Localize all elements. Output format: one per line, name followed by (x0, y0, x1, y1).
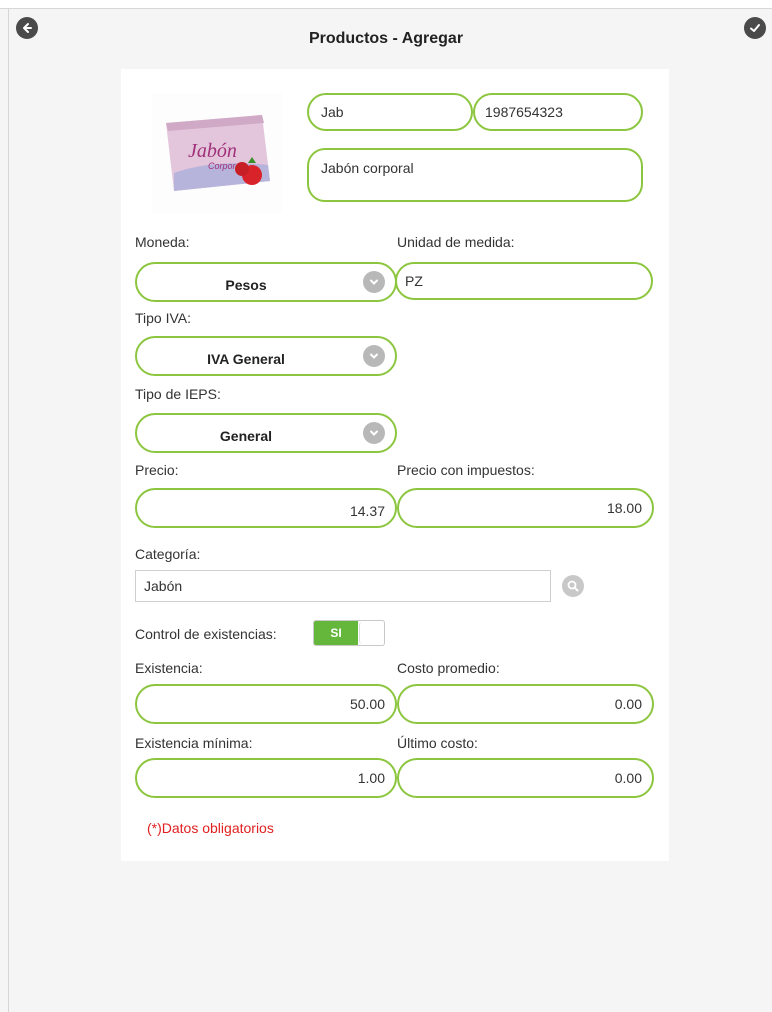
tipo-iva-value: IVA General (207, 351, 285, 367)
control-existencias-label: Control de existencias: (135, 626, 277, 642)
existencia-input[interactable]: 50.00 (135, 684, 397, 724)
existencia-minima-label: Existencia mínima: (135, 735, 253, 751)
codigo-input[interactable]: 1987654323 (473, 93, 643, 131)
ultimo-costo-input[interactable]: 0.00 (397, 758, 654, 798)
tipo-iva-label: Tipo IVA: (135, 310, 192, 326)
toggle-knob (359, 622, 384, 644)
chevron-down-icon (363, 422, 385, 444)
costo-promedio-label: Costo promedio: (397, 660, 500, 676)
image-brand-text: Jabón (188, 140, 237, 162)
precio-label: Precio: (135, 462, 179, 478)
top-border (0, 0, 772, 9)
product-image[interactable]: Jabón Corporal (152, 93, 282, 213)
precio-impuestos-input[interactable]: 18.00 (397, 488, 654, 528)
page-title: Productos - Agregar (308, 30, 464, 47)
moneda-select[interactable]: Pesos (135, 262, 397, 302)
unidad-label: Unidad de medida: (397, 234, 515, 250)
required-fields-note: (*)Datos obligatorios (147, 820, 274, 836)
existencia-label: Existencia: (135, 660, 203, 676)
moneda-value: Pesos (225, 277, 267, 293)
categoria-label: Categoría: (135, 546, 201, 562)
search-icon[interactable] (562, 575, 584, 597)
precio-impuestos-label: Precio con impuestos: (397, 462, 535, 478)
control-existencias-toggle[interactable]: SI (313, 620, 385, 646)
categoria-input[interactable]: Jabón (135, 570, 551, 602)
toggle-on-label: SI (314, 621, 358, 645)
tipo-iva-select[interactable]: IVA General (135, 336, 397, 376)
unidad-input[interactable]: PZ (395, 262, 653, 300)
chevron-down-icon (363, 271, 385, 293)
ultimo-costo-label: Último costo: (397, 735, 478, 751)
save-check-icon[interactable] (744, 17, 766, 39)
clave-input[interactable]: Jab (307, 93, 473, 131)
chevron-down-icon (363, 345, 385, 367)
existencia-minima-input[interactable]: 1.00 (135, 758, 397, 798)
tipo-ieps-select[interactable]: General (135, 413, 397, 453)
tipo-ieps-value: General (219, 428, 273, 444)
tipo-ieps-label: Tipo de IEPS: (135, 386, 221, 402)
left-border (8, 8, 9, 1012)
costo-promedio-input[interactable]: 0.00 (397, 684, 654, 724)
precio-input[interactable]: 14.37 (135, 488, 397, 528)
descripcion-input[interactable]: Jabón corporal (307, 148, 643, 202)
moneda-label: Moneda: (135, 234, 190, 250)
